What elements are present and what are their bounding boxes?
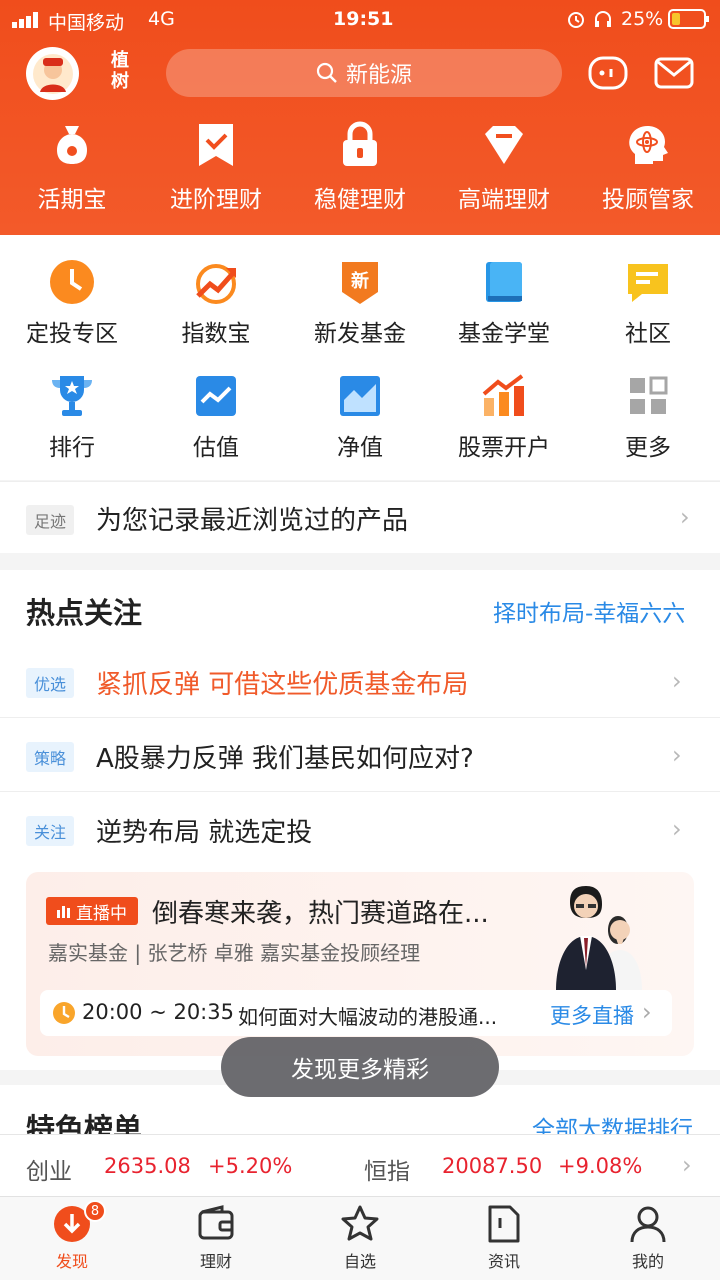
clock: 19:51	[333, 8, 394, 30]
trend-up-icon	[196, 264, 236, 304]
customer-service-icon[interactable]	[588, 54, 628, 92]
tab-mine[interactable]: 我的	[576, 1200, 720, 1272]
chevron-right-icon: ›	[682, 1151, 692, 1179]
user-avatar[interactable]	[26, 47, 79, 100]
ticker-name: 创业	[26, 1159, 72, 1185]
new-badge-icon: 新	[342, 262, 378, 304]
more-live-link[interactable]: 更多直播	[550, 1000, 634, 1030]
headphone-icon	[593, 9, 613, 29]
valuation-chart-icon	[196, 376, 236, 416]
chevron-right-icon: ›	[672, 741, 682, 769]
footprint-tag: 足迹	[26, 505, 75, 535]
grid-item-xuetang[interactable]: 基金学堂	[432, 258, 576, 348]
battery-icon	[668, 9, 710, 29]
grid-item-kaihu[interactable]: 股票开户	[432, 372, 576, 462]
ticker-value: 20087.50	[442, 1154, 543, 1178]
grid-item-guzhi[interactable]: 估值	[144, 372, 288, 462]
live-bars-icon	[57, 906, 70, 918]
hot-item-text: 紧抓反弹 可借这些优质基金布局	[96, 670, 469, 700]
nav-item-gaoduan[interactable]: 高端理财	[432, 120, 576, 214]
live-subtitle: 嘉实基金 | 张艺桥 卓雅 嘉实基金投顾经理	[48, 941, 421, 965]
chevron-right-icon: ›	[642, 998, 652, 1026]
grid-item-more[interactable]: 更多	[576, 372, 720, 462]
area-chart-icon	[340, 376, 380, 416]
hosts-photo	[552, 876, 692, 990]
live-title: 倒春寒来袭，热门赛道路在...	[152, 899, 489, 929]
hot-item-tag: 关注	[26, 816, 75, 846]
book-icon	[486, 262, 522, 302]
signal-icon	[12, 12, 42, 28]
alarm-icon	[566, 9, 586, 29]
stock-chart-icon	[482, 374, 524, 416]
grid-item-dingtou[interactable]: 定投专区	[0, 258, 144, 348]
nav-item-huoqibao[interactable]: 活期宝	[0, 120, 144, 214]
live-badge: 直播中	[46, 897, 138, 925]
diamond-icon	[485, 126, 523, 164]
nav-item-jinjie[interactable]: 进阶理财	[144, 120, 288, 214]
svg-text:新: 新	[351, 270, 369, 292]
hot-item-tag: 策略	[26, 742, 75, 772]
nav-item-wenjian[interactable]: 稳健理财	[288, 120, 432, 214]
hot-item-text: 逆势布局 就选定投	[96, 818, 313, 848]
message-icon[interactable]	[654, 56, 694, 90]
advisor-head-icon	[629, 126, 668, 164]
grid-item-jingzhi[interactable]: 净值	[288, 372, 432, 462]
grid-more-icon	[630, 376, 668, 414]
notification-badge: 8	[84, 1200, 106, 1222]
trophy-icon	[52, 376, 92, 416]
live-time: 20:00 ~ 20:35	[82, 1000, 234, 1024]
star-icon	[341, 1205, 379, 1241]
news-doc-icon	[488, 1205, 520, 1243]
carrier: 中国移动	[48, 12, 125, 34]
special-title: 特色榜单	[26, 1112, 143, 1134]
chevron-right-icon: ›	[672, 815, 682, 843]
tab-zixuan[interactable]: 自选	[288, 1200, 432, 1272]
search-bar[interactable]: 新能源	[166, 49, 562, 97]
grid-item-paihang[interactable]: 排行	[0, 372, 144, 462]
tab-zixun[interactable]: 资讯	[432, 1200, 576, 1272]
ticker-value: 2635.08	[104, 1154, 191, 1178]
discover-more-button[interactable]: 发现更多精彩	[221, 1037, 499, 1097]
footprint-text: 为您记录最近浏览过的产品	[96, 506, 409, 536]
special-right-link[interactable]: 全部大数据排行	[532, 1110, 693, 1134]
money-bag-icon	[57, 126, 87, 164]
ticker-name: 恒指	[364, 1159, 410, 1185]
bookmark-check-icon	[199, 124, 233, 166]
hot-item-text: A股暴力反弹 我们基民如何应对?	[96, 744, 474, 774]
chat-icon	[628, 264, 668, 302]
hot-item-tag: 优选	[26, 668, 75, 698]
network-type: 4G	[148, 8, 175, 30]
chevron-right-icon: ›	[672, 667, 682, 695]
live-topic: 如何面对大幅波动的港股通...	[238, 1005, 498, 1029]
search-placeholder: 新能源	[345, 63, 412, 88]
tab-discover[interactable]: 发现	[0, 1200, 144, 1272]
search-icon	[316, 62, 337, 83]
hot-right-link[interactable]: 择时布局-幸福六六	[493, 594, 685, 628]
clock-icon	[52, 1001, 76, 1025]
lock-icon	[343, 121, 377, 166]
hot-title: 热点关注	[26, 596, 143, 630]
ticker-change: +9.08%	[558, 1154, 643, 1178]
clock-icon	[50, 260, 94, 304]
battery-percent: 25%	[621, 8, 664, 30]
brand-logo: 植 树	[111, 50, 129, 92]
user-icon	[630, 1206, 666, 1243]
tab-licai[interactable]: 理财	[144, 1200, 288, 1272]
ticker-change: +5.20%	[208, 1154, 293, 1178]
grid-item-zhishubao[interactable]: 指数宝	[144, 258, 288, 348]
nav-item-tougu[interactable]: 投顾管家	[576, 120, 720, 214]
wallet-icon	[198, 1205, 234, 1240]
chevron-right-icon: ›	[680, 503, 690, 531]
grid-item-shequ[interactable]: 社区	[576, 258, 720, 348]
grid-item-xinfa[interactable]: 新 新发基金	[288, 258, 432, 348]
